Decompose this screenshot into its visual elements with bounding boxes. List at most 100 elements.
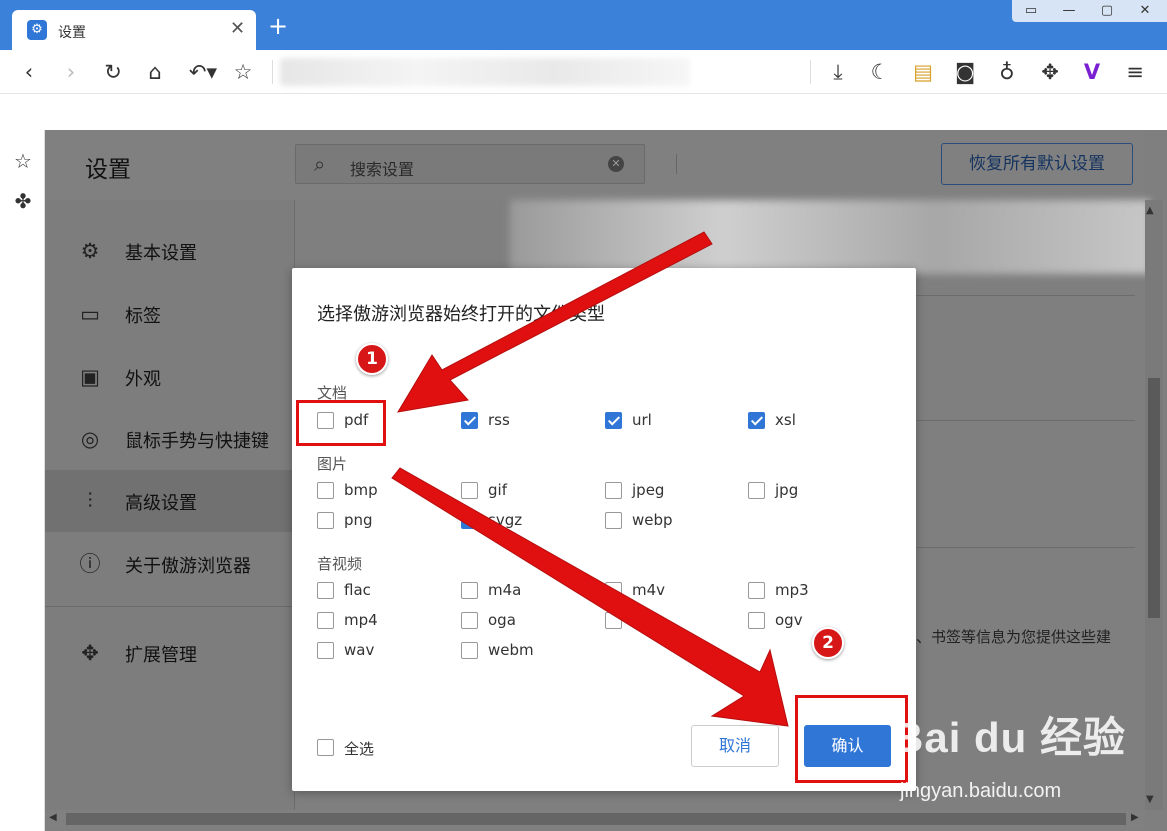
- checkbox[interactable]: [461, 482, 478, 499]
- tab-settings[interactable]: ⚙ 设置 ✕: [12, 10, 256, 50]
- toolbar-separator: [272, 60, 273, 84]
- filetype-label: flac: [344, 581, 371, 599]
- nav-label: 基本设置: [125, 243, 197, 264]
- scroll-thumb[interactable]: [1148, 378, 1160, 618]
- nav-label: 关于傲游浏览器: [125, 556, 251, 577]
- mouse-gesture-icon[interactable]: ♁: [993, 58, 1021, 86]
- checkbox[interactable]: [605, 482, 622, 499]
- minimize-button[interactable]: —: [1054, 2, 1084, 20]
- filetype-label: ogg: [632, 611, 661, 629]
- highlight-box-confirm: [795, 695, 908, 783]
- nav-item-basic[interactable]: ⚙ 基本设置: [45, 220, 295, 282]
- section-label-images: 图片: [317, 455, 348, 473]
- mouse-icon: ◎: [80, 427, 100, 451]
- filetype-label: wav: [344, 641, 375, 659]
- checkbox[interactable]: [461, 412, 478, 429]
- window-controls: ▭ — ▢ ✕: [1012, 0, 1167, 22]
- nav-item-about[interactable]: ⓘ 关于傲游浏览器: [45, 533, 295, 595]
- checkbox[interactable]: [748, 582, 765, 599]
- checkbox[interactable]: [748, 612, 765, 629]
- hscroll-thumb[interactable]: [66, 813, 1126, 825]
- info-icon: ⓘ: [79, 552, 101, 576]
- new-tab-button[interactable]: +: [268, 14, 288, 38]
- checkbox[interactable]: [605, 582, 622, 599]
- checkbox[interactable]: [317, 512, 334, 529]
- address-bar[interactable]: [280, 58, 690, 86]
- maximize-button[interactable]: ▢: [1092, 2, 1122, 20]
- checkbox[interactable]: [317, 612, 334, 629]
- section-label-media: 音视频: [317, 555, 363, 573]
- favorites-star-icon[interactable]: ☆: [10, 148, 36, 174]
- search-placeholder: 搜索设置: [350, 160, 415, 179]
- checkbox[interactable]: [317, 642, 334, 659]
- home-icon[interactable]: ⌂: [141, 58, 169, 86]
- note-icon[interactable]: ▤: [909, 58, 937, 86]
- checkbox[interactable]: [461, 512, 478, 529]
- search-icon: ⌕: [314, 152, 326, 176]
- checkbox[interactable]: [748, 482, 765, 499]
- filetype-label: jpg: [775, 481, 799, 499]
- checkbox[interactable]: [605, 612, 622, 629]
- checkbox[interactable]: [748, 412, 765, 429]
- back-icon[interactable]: ‹: [15, 58, 43, 86]
- download-icon[interactable]: ⤓: [824, 58, 852, 86]
- extension-icon[interactable]: ✥: [1036, 58, 1064, 86]
- nav-divider: [45, 606, 295, 607]
- tab-close-icon[interactable]: ✕: [230, 18, 245, 39]
- filetype-label: xsl: [775, 411, 796, 429]
- baidu-watermark-url: jingyan.baidu.com: [900, 780, 1062, 802]
- content-divider: [915, 420, 1135, 421]
- undo-icon[interactable]: ↶▾: [183, 58, 223, 86]
- step-badge-2: 2: [812, 627, 844, 659]
- nav-item-mouse[interactable]: ◎ 鼠标手势与快捷键: [45, 408, 295, 470]
- filetype-label: rss: [488, 411, 510, 429]
- restore-defaults-button[interactable]: 恢复所有默认设置: [941, 143, 1133, 185]
- checkbox[interactable]: [605, 412, 622, 429]
- scroll-down-icon[interactable]: ▼: [1146, 794, 1154, 805]
- filetype-label: svgz: [488, 511, 523, 529]
- filetype-label: m4v: [632, 581, 666, 599]
- header-separator: [676, 154, 677, 174]
- content-divider: [915, 547, 1135, 548]
- nav-label: 扩展管理: [125, 645, 197, 666]
- nav-label: 标签: [125, 306, 161, 327]
- checkbox[interactable]: [461, 582, 478, 599]
- scroll-left-icon[interactable]: ◀: [49, 812, 57, 823]
- scroll-right-icon[interactable]: ▶: [1131, 812, 1139, 823]
- nav-item-extensions[interactable]: ✥ 扩展管理: [45, 622, 295, 684]
- settings-nav: ⚙ 基本设置 ▭ 标签 ▣ 外观 ◎ 鼠标手势与快捷键 ⫶ 高级设置 ⓘ 关于傲…: [45, 200, 295, 810]
- side-panel: ☆ ✤: [0, 130, 45, 831]
- checkbox[interactable]: [461, 642, 478, 659]
- layout-icon[interactable]: ▭: [1016, 2, 1046, 20]
- moon-icon[interactable]: ☾: [866, 58, 894, 86]
- filetype-label: jpeg: [632, 481, 665, 499]
- menu-icon[interactable]: ≡: [1121, 58, 1149, 86]
- gear-icon: ⚙: [80, 239, 100, 263]
- checkbox[interactable]: [605, 512, 622, 529]
- nav-item-tabs[interactable]: ▭ 标签: [45, 283, 295, 345]
- checkbox[interactable]: [317, 482, 334, 499]
- window-icon: ▣: [80, 365, 100, 389]
- vivaldi-icon[interactable]: V: [1078, 58, 1106, 86]
- search-input[interactable]: ⌕ 搜索设置 ✕: [295, 144, 645, 184]
- checkbox[interactable]: [317, 739, 334, 756]
- close-window-button[interactable]: ✕: [1130, 2, 1160, 20]
- blurred-content: [510, 200, 1150, 274]
- baidu-watermark-logo: Bai du 经验: [893, 714, 1127, 761]
- scroll-up-icon[interactable]: ▲: [1146, 205, 1154, 216]
- nav-item-advanced[interactable]: ⫶ 高级设置: [45, 470, 295, 532]
- camera-icon[interactable]: ◙: [951, 58, 979, 86]
- cancel-button[interactable]: 取消: [691, 725, 779, 767]
- filetype-label: webp: [632, 511, 673, 529]
- clear-icon[interactable]: ✕: [608, 156, 624, 172]
- filetype-label: oga: [488, 611, 516, 629]
- star-icon[interactable]: ☆: [229, 58, 257, 86]
- checkbox[interactable]: [461, 612, 478, 629]
- checkbox[interactable]: [317, 582, 334, 599]
- nav-item-appearance[interactable]: ▣ 外观: [45, 346, 295, 408]
- highlight-box-pdf: [296, 400, 386, 446]
- nav-label: 高级设置: [125, 493, 197, 514]
- reload-icon[interactable]: ↻: [99, 58, 127, 86]
- clover-icon[interactable]: ✤: [10, 188, 36, 214]
- forward-icon[interactable]: ›: [57, 58, 85, 86]
